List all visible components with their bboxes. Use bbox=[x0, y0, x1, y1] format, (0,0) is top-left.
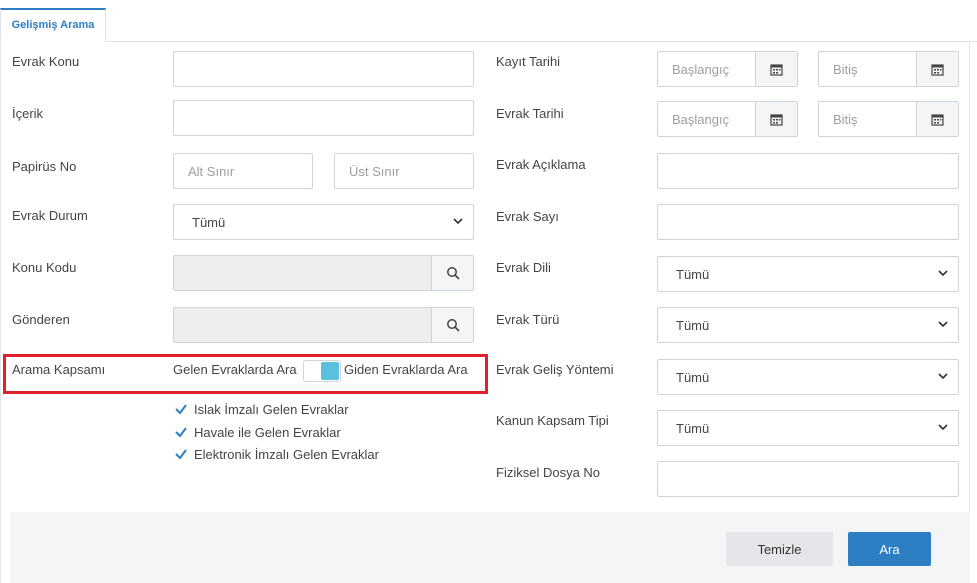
gonderen-input[interactable] bbox=[173, 307, 474, 343]
search-icon bbox=[446, 319, 460, 332]
evrak-gelis-yontemi-select[interactable]: Tümü bbox=[657, 359, 959, 395]
checkmark-icon bbox=[175, 449, 187, 460]
evrak-durum-select[interactable]: Tümü bbox=[173, 204, 474, 240]
calendar-button[interactable] bbox=[755, 102, 797, 136]
evrak-aciklama-input[interactable] bbox=[657, 153, 959, 189]
evrak-tarihi-start-input[interactable]: Başlangıç bbox=[657, 101, 798, 137]
clear-button[interactable]: Temizle bbox=[726, 532, 833, 566]
evrak-konu-label: Evrak Konu bbox=[12, 54, 80, 69]
fiziksel-dosya-no-label: Fiziksel Dosya No bbox=[496, 465, 601, 480]
kayit-tarihi-end-input[interactable]: Bitiş bbox=[818, 51, 959, 87]
evrak-tarihi-label: Evrak Tarihi bbox=[496, 106, 564, 121]
gonderen-search-button[interactable] bbox=[431, 308, 473, 342]
evrak-turu-value: Tümü bbox=[676, 318, 710, 333]
kayit-tarihi-start-input[interactable]: Başlangıç bbox=[657, 51, 798, 87]
chevron-down-icon bbox=[938, 321, 948, 328]
gelen-evraklarda-ara-label: Gelen Evraklarda Ara bbox=[173, 362, 297, 377]
arama-kapsami-label: Arama Kapsamı bbox=[12, 362, 106, 377]
giden-evraklarda-ara-label: Giden Evraklarda Ara bbox=[344, 362, 468, 377]
calendar-icon bbox=[931, 113, 944, 126]
evrak-tarihi-end-input[interactable]: Bitiş bbox=[818, 101, 959, 137]
konu-kodu-input[interactable] bbox=[173, 255, 474, 291]
papirus-no-label: Papirüs No bbox=[12, 159, 77, 174]
calendar-icon bbox=[770, 63, 783, 76]
evrak-konu-input[interactable] bbox=[173, 51, 474, 87]
kapsam-toggle[interactable] bbox=[303, 360, 341, 382]
chevron-down-icon bbox=[938, 424, 948, 431]
kayit-tarihi-end-placeholder: Bitiş bbox=[833, 62, 858, 77]
kanun-kapsam-tipi-select[interactable]: Tümü bbox=[657, 410, 959, 446]
papirus-min-input[interactable]: Alt Sınır bbox=[173, 153, 313, 189]
papirus-max-input[interactable]: Üst Sınır bbox=[334, 153, 474, 189]
evrak-tarihi-end-placeholder: Bitiş bbox=[833, 112, 858, 127]
evrak-durum-label: Evrak Durum bbox=[12, 208, 88, 223]
evrak-turu-label: Evrak Türü bbox=[496, 312, 560, 327]
calendar-icon bbox=[931, 63, 944, 76]
evrak-sayi-label: Evrak Sayı bbox=[496, 209, 559, 224]
search-icon bbox=[446, 267, 460, 280]
tab-advanced-search[interactable]: Gelişmiş Arama bbox=[0, 8, 106, 42]
checkbox-elektronik-imzali[interactable]: Elektronik İmzalı Gelen Evraklar bbox=[174, 445, 379, 463]
checkbox-label: Elektronik İmzalı Gelen Evraklar bbox=[194, 446, 379, 462]
checkmark-icon bbox=[175, 404, 187, 415]
evrak-gelis-yontemi-value: Tümü bbox=[676, 370, 710, 385]
papirus-min-placeholder: Alt Sınır bbox=[188, 164, 235, 179]
evrak-turu-select[interactable]: Tümü bbox=[657, 307, 959, 343]
checkbox-label: Islak İmzalı Gelen Evraklar bbox=[194, 401, 349, 417]
toggle-knob bbox=[321, 362, 339, 380]
checkmark-icon bbox=[175, 427, 187, 438]
fiziksel-dosya-no-input[interactable] bbox=[657, 461, 959, 497]
konu-kodu-search-button[interactable] bbox=[431, 256, 473, 290]
checkbox-havale[interactable]: Havale ile Gelen Evraklar bbox=[174, 423, 341, 441]
evrak-dili-label: Evrak Dili bbox=[496, 260, 551, 275]
search-button[interactable]: Ara bbox=[848, 532, 931, 566]
kanun-kapsam-tipi-value: Tümü bbox=[676, 421, 710, 436]
checkbox-islak-imzali[interactable]: Islak İmzalı Gelen Evraklar bbox=[174, 400, 349, 418]
gonderen-label: Gönderen bbox=[12, 312, 70, 327]
chevron-down-icon bbox=[453, 218, 463, 225]
kanun-kapsam-tipi-label: Kanun Kapsam Tipi bbox=[496, 413, 609, 428]
icerik-input[interactable] bbox=[173, 100, 474, 136]
checkbox-label: Havale ile Gelen Evraklar bbox=[194, 424, 341, 440]
konu-kodu-label: Konu Kodu bbox=[12, 260, 77, 275]
calendar-icon bbox=[770, 113, 783, 126]
calendar-button[interactable] bbox=[916, 52, 958, 86]
icerik-label: İçerik bbox=[12, 106, 44, 121]
evrak-durum-value: Tümü bbox=[192, 215, 226, 230]
tab-bar: Gelişmiş Arama bbox=[0, 0, 977, 42]
chevron-down-icon bbox=[938, 270, 948, 277]
chevron-down-icon bbox=[938, 373, 948, 380]
evrak-aciklama-label: Evrak Açıklama bbox=[496, 157, 586, 172]
evrak-tarihi-start-placeholder: Başlangıç bbox=[672, 112, 730, 127]
evrak-dili-value: Tümü bbox=[676, 267, 710, 282]
calendar-button[interactable] bbox=[916, 102, 958, 136]
evrak-dili-select[interactable]: Tümü bbox=[657, 256, 959, 292]
evrak-gelis-yontemi-label: Evrak Geliş Yöntemi bbox=[496, 362, 614, 377]
calendar-button[interactable] bbox=[755, 52, 797, 86]
papirus-max-placeholder: Üst Sınır bbox=[349, 164, 400, 179]
kayit-tarihi-start-placeholder: Başlangıç bbox=[672, 62, 730, 77]
evrak-sayi-input[interactable] bbox=[657, 204, 959, 240]
kayit-tarihi-label: Kayıt Tarihi bbox=[496, 54, 561, 69]
